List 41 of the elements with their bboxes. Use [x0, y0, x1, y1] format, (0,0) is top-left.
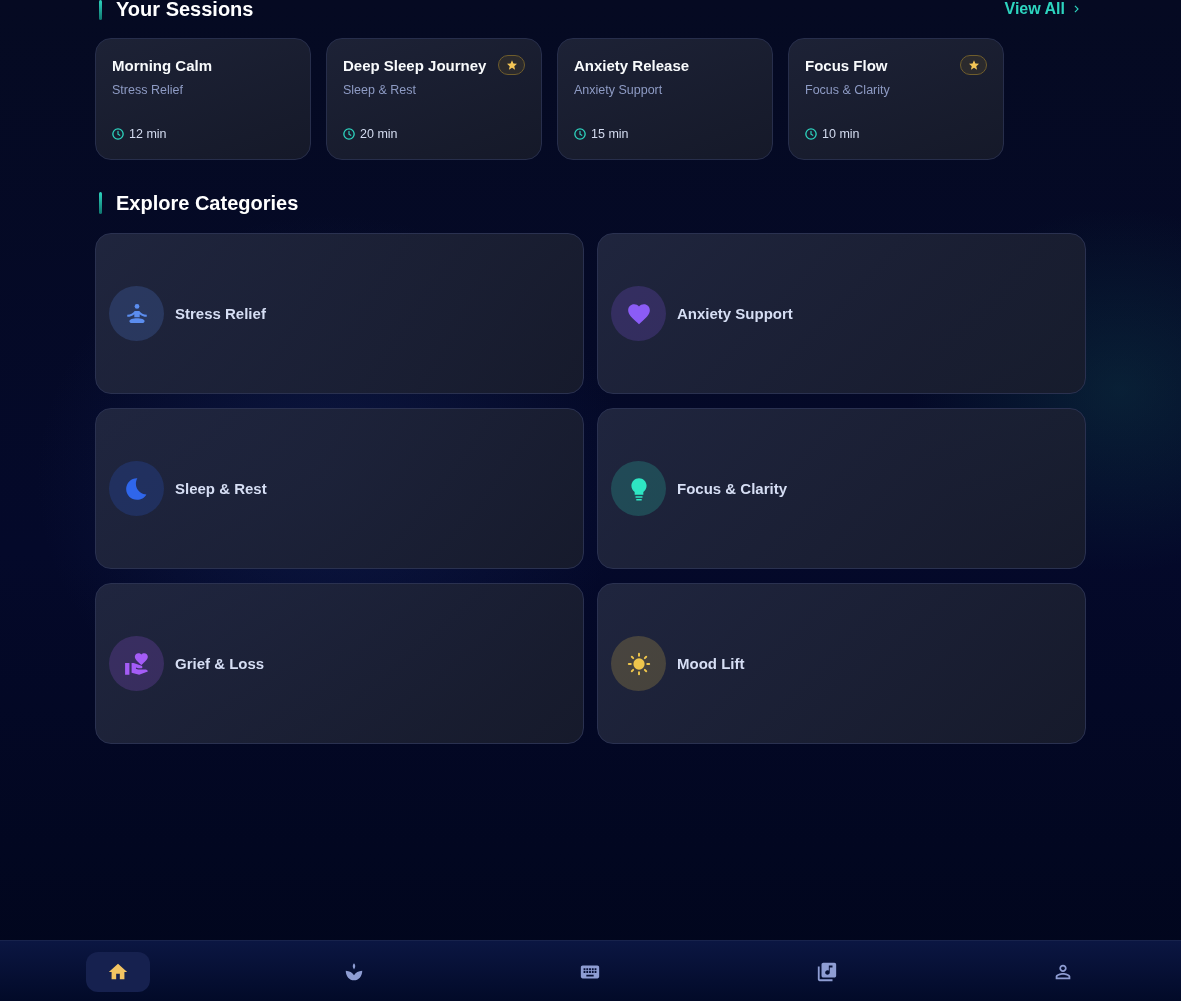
- clock-icon: [112, 128, 124, 140]
- session-title: Anxiety Release: [574, 56, 690, 74]
- clock-icon: [574, 128, 586, 140]
- category-label: Anxiety Support: [677, 305, 793, 322]
- session-card[interactable]: Focus Flow Focus & Clarity 10 min: [788, 38, 1004, 160]
- category-label: Sleep & Rest: [175, 480, 267, 497]
- session-card[interactable]: Deep Sleep Journey Sleep & Rest 20 min: [326, 38, 542, 160]
- view-all-link[interactable]: View All: [1004, 0, 1080, 18]
- clock-icon: [805, 128, 817, 140]
- session-category: Sleep & Rest: [343, 83, 417, 98]
- section-title: Explore Categories: [116, 193, 299, 213]
- section-title: Your Sessions: [116, 0, 254, 19]
- category-card[interactable]: Mood Lift: [597, 583, 1086, 744]
- clock-icon: [343, 128, 355, 140]
- category-card[interactable]: Focus & Clarity: [597, 408, 1086, 569]
- session-category: Focus & Clarity: [805, 83, 891, 98]
- category-card[interactable]: Anxiety Support: [597, 233, 1086, 394]
- category-label: Mood Lift: [677, 655, 745, 672]
- music-library-icon: [815, 961, 838, 983]
- accent-bar: [99, 192, 102, 214]
- session-duration: 15 min: [591, 127, 629, 141]
- chevron-right-icon: [1073, 4, 1080, 14]
- category-card[interactable]: Grief & Loss: [95, 583, 584, 744]
- session-card[interactable]: Morning Calm Stress Relief 12 min: [95, 38, 311, 160]
- session-duration: 20 min: [360, 127, 398, 141]
- session-card[interactable]: Anxiety Release Anxiety Support 15 min: [557, 38, 773, 160]
- category-card[interactable]: Sleep & Rest: [95, 408, 584, 569]
- session-category: Anxiety Support: [574, 83, 664, 98]
- home-nav-button[interactable]: [86, 952, 151, 992]
- session-category: Stress Relief: [112, 83, 184, 98]
- accent-bar: [99, 0, 102, 20]
- category-label: Stress Relief: [175, 305, 266, 322]
- session-duration: 10 min: [822, 127, 860, 141]
- session-duration: 12 min: [129, 127, 167, 141]
- session-title: Morning Calm: [112, 56, 212, 74]
- category-label: Focus & Clarity: [677, 480, 788, 497]
- category-label: Grief & Loss: [175, 655, 265, 672]
- category-card[interactable]: Stress Relief: [95, 233, 584, 394]
- sun-icon: [611, 636, 666, 691]
- session-title: Deep Sleep Journey: [343, 56, 487, 74]
- session-title: Focus Flow: [805, 56, 888, 74]
